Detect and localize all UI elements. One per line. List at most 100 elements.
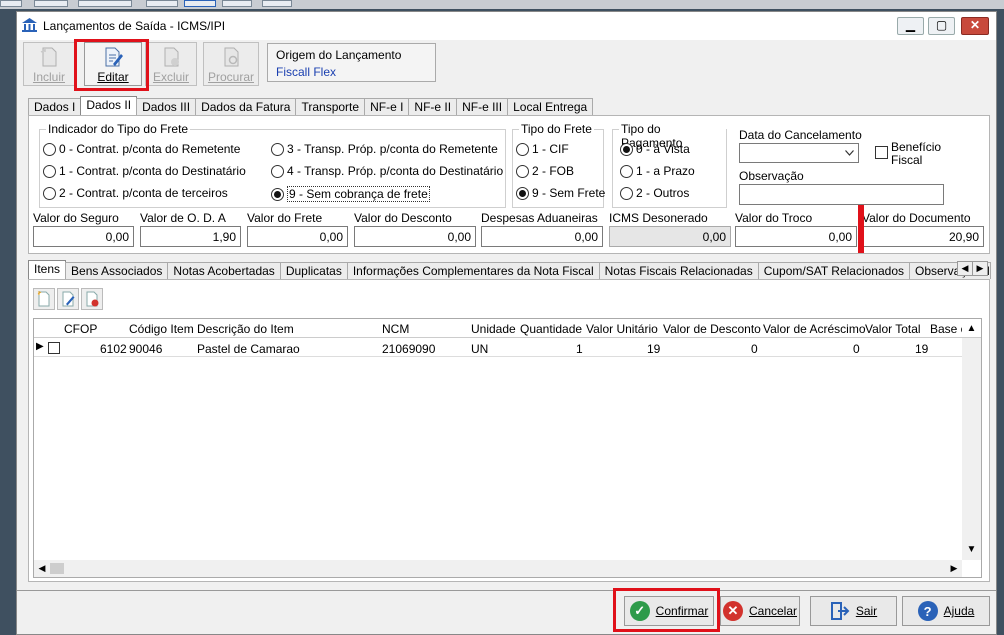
valor-documento-field[interactable]: 20,90 [862, 226, 984, 247]
beneficio-label-2: Fiscal [891, 153, 923, 167]
frete-option-3[interactable]: 3 - Transp. Próp. p/conta do Remetente [271, 142, 498, 156]
scroll-right-icon[interactable]: ▶ [946, 560, 962, 577]
procurar-button[interactable]: Procurar [203, 42, 259, 86]
tab-duplicatas[interactable]: Duplicatas [279, 262, 348, 279]
background-taskbar [0, 0, 1004, 9]
sair-button[interactable]: Sair [810, 596, 897, 626]
tab-nfe-i[interactable]: NF-e I [364, 98, 410, 115]
ajuda-button[interactable]: ? Ajuda [902, 596, 990, 626]
new-item-icon [37, 291, 50, 307]
col-ncm[interactable]: NCM [382, 322, 409, 336]
frete-option-1[interactable]: 1 - Contrat. p/conta do Destinatário [43, 164, 246, 178]
tab-itens[interactable]: Itens [28, 260, 67, 279]
tab-informacoes-complementares[interactable]: Informações Complementares da Nota Fisca… [346, 262, 600, 279]
col-quantidade[interactable]: Quantidade [520, 322, 582, 336]
observacao-field[interactable] [739, 184, 944, 205]
valor-desconto-field[interactable]: 0,00 [354, 226, 476, 247]
horizontal-scrollbar[interactable] [34, 560, 962, 577]
radio-selected-icon [271, 187, 284, 201]
despesas-aduaneiras-field[interactable]: 0,00 [481, 226, 603, 247]
tipo-frete-cif[interactable]: 1 - CIF [516, 142, 569, 156]
tab-notas-acobertadas[interactable]: Notas Acobertadas [167, 262, 281, 279]
tipo-frete-fob[interactable]: 2 - FOB [516, 164, 574, 178]
edit-item-button[interactable] [57, 288, 79, 310]
taskbar-item[interactable] [184, 0, 216, 7]
col-base[interactable]: Base c [930, 322, 962, 336]
valor-oda-label: Valor de O. D. A [140, 211, 226, 225]
icms-desonerado-label: ICMS Desonerado [609, 211, 708, 225]
origin-value: Fiscall Flex [276, 65, 337, 79]
tab-dados-iii[interactable]: Dados III [136, 98, 197, 115]
row-checkbox[interactable] [48, 342, 60, 354]
pagamento-vista[interactable]: 0 - à Vista [620, 142, 690, 156]
cancelar-button[interactable]: ✕ Cancelar [720, 596, 800, 626]
frete-option-label: 0 - Contrat. p/conta do Remetente [59, 142, 241, 156]
valor-seguro-field[interactable]: 0,00 [33, 226, 134, 247]
tab-nfe-iii[interactable]: NF-e III [456, 98, 509, 115]
minimize-button[interactable]: ▁ [897, 17, 924, 35]
col-cfop[interactable]: CFOP [64, 322, 97, 336]
table-row[interactable] [34, 339, 962, 357]
help-icon: ? [917, 601, 938, 621]
col-valor-desconto[interactable]: Valor de Desconto [663, 322, 761, 336]
frete-option-label: 9 - Sem cobrança de frete [287, 186, 430, 202]
frete-option-9[interactable]: 9 - Sem cobrança de frete [271, 186, 430, 202]
sub-tabs: Itens Bens Associados Notas Acobertadas … [28, 260, 991, 279]
tab-nfe-ii[interactable]: NF-e II [408, 98, 458, 115]
col-descricao[interactable]: Descrição do Item [197, 322, 294, 336]
frete-option-2[interactable]: 2 - Contrat. p/conta de terceiros [43, 186, 228, 200]
tab-scroll-right-icon[interactable]: ▶ [972, 261, 988, 276]
valor-frete-field[interactable]: 0,00 [247, 226, 348, 247]
cancelamento-date-field[interactable] [739, 143, 859, 163]
delete-item-button[interactable] [81, 288, 103, 310]
col-valor-acrescimo[interactable]: Valor de Acréscimo [763, 322, 866, 336]
beneficio-checkbox[interactable] [875, 146, 888, 159]
pagamento-outros[interactable]: 2 - Outros [620, 186, 689, 200]
radio-icon [43, 186, 56, 200]
excluir-label: Excluir [152, 70, 189, 84]
scroll-up-icon[interactable]: ▲ [962, 319, 981, 338]
tipo-frete-sem[interactable]: 9 - Sem Frete [516, 186, 605, 200]
taskbar-item[interactable] [78, 0, 132, 7]
taskbar-item[interactable] [146, 0, 178, 7]
valor-oda-field[interactable]: 1,90 [140, 226, 241, 247]
tab-local-entrega[interactable]: Local Entrega [507, 98, 594, 115]
close-button[interactable]: ✕ [961, 17, 989, 35]
frete-option-0[interactable]: 0 - Contrat. p/conta do Remetente [43, 142, 240, 156]
frete-group: Indicador do Tipo do Frete 0 - Contrat. … [39, 122, 506, 208]
tab-cupom-sat[interactable]: Cupom/SAT Relacionados [757, 262, 910, 279]
taskbar-item[interactable] [222, 0, 252, 7]
radio-selected-icon [516, 186, 529, 200]
tab-scroll-left-icon[interactable]: ◀ [957, 261, 973, 276]
scroll-down-icon[interactable]: ▼ [962, 540, 981, 560]
add-item-button[interactable] [33, 288, 55, 310]
taskbar-item[interactable] [34, 0, 68, 7]
excluir-button[interactable]: Excluir [145, 42, 197, 86]
divider [17, 590, 996, 591]
col-codigo-item[interactable]: Código Item [129, 322, 194, 336]
pagamento-prazo[interactable]: 1 - a Prazo [620, 164, 695, 178]
tab-dados-ii[interactable]: Dados II [80, 96, 138, 115]
col-unidade[interactable]: Unidade [471, 322, 516, 336]
tab-notas-fiscais-relacionadas[interactable]: Notas Fiscais Relacionadas [598, 262, 759, 279]
taskbar-item[interactable] [0, 0, 22, 7]
maximize-button[interactable]: ▢ [928, 17, 955, 35]
tab-transporte[interactable]: Transporte [295, 98, 366, 115]
vertical-scrollbar[interactable] [962, 338, 981, 560]
tab-bens-associados[interactable]: Bens Associados [65, 262, 169, 279]
incluir-button[interactable]: Incluir [23, 42, 75, 86]
frete-option-4[interactable]: 4 - Transp. Próp. p/conta do Destinatári… [271, 164, 503, 178]
scroll-left-icon[interactable]: ◀ [34, 560, 50, 577]
horizontal-scroll-thumb[interactable] [50, 563, 64, 574]
chevron-down-icon [845, 150, 854, 156]
taskbar-item[interactable] [262, 0, 292, 7]
tab-dados-da-fatura[interactable]: Dados da Fatura [195, 98, 297, 115]
valor-troco-field[interactable]: 0,00 [735, 226, 857, 247]
tab-dados-i[interactable]: Dados I [28, 98, 82, 115]
frete-title: Indicador do Tipo do Frete [46, 122, 191, 136]
items-grid: CFOP Código Item Descrição do Item NCM U… [33, 318, 982, 578]
sair-label: Sair [855, 604, 878, 618]
col-valor-total[interactable]: Valor Total [865, 322, 921, 336]
tipo-pagamento-group: Tipo do Pagamento 0 - à Vista 1 - a Praz… [612, 122, 727, 208]
col-valor-unitario[interactable]: Valor Unitário [586, 322, 658, 336]
